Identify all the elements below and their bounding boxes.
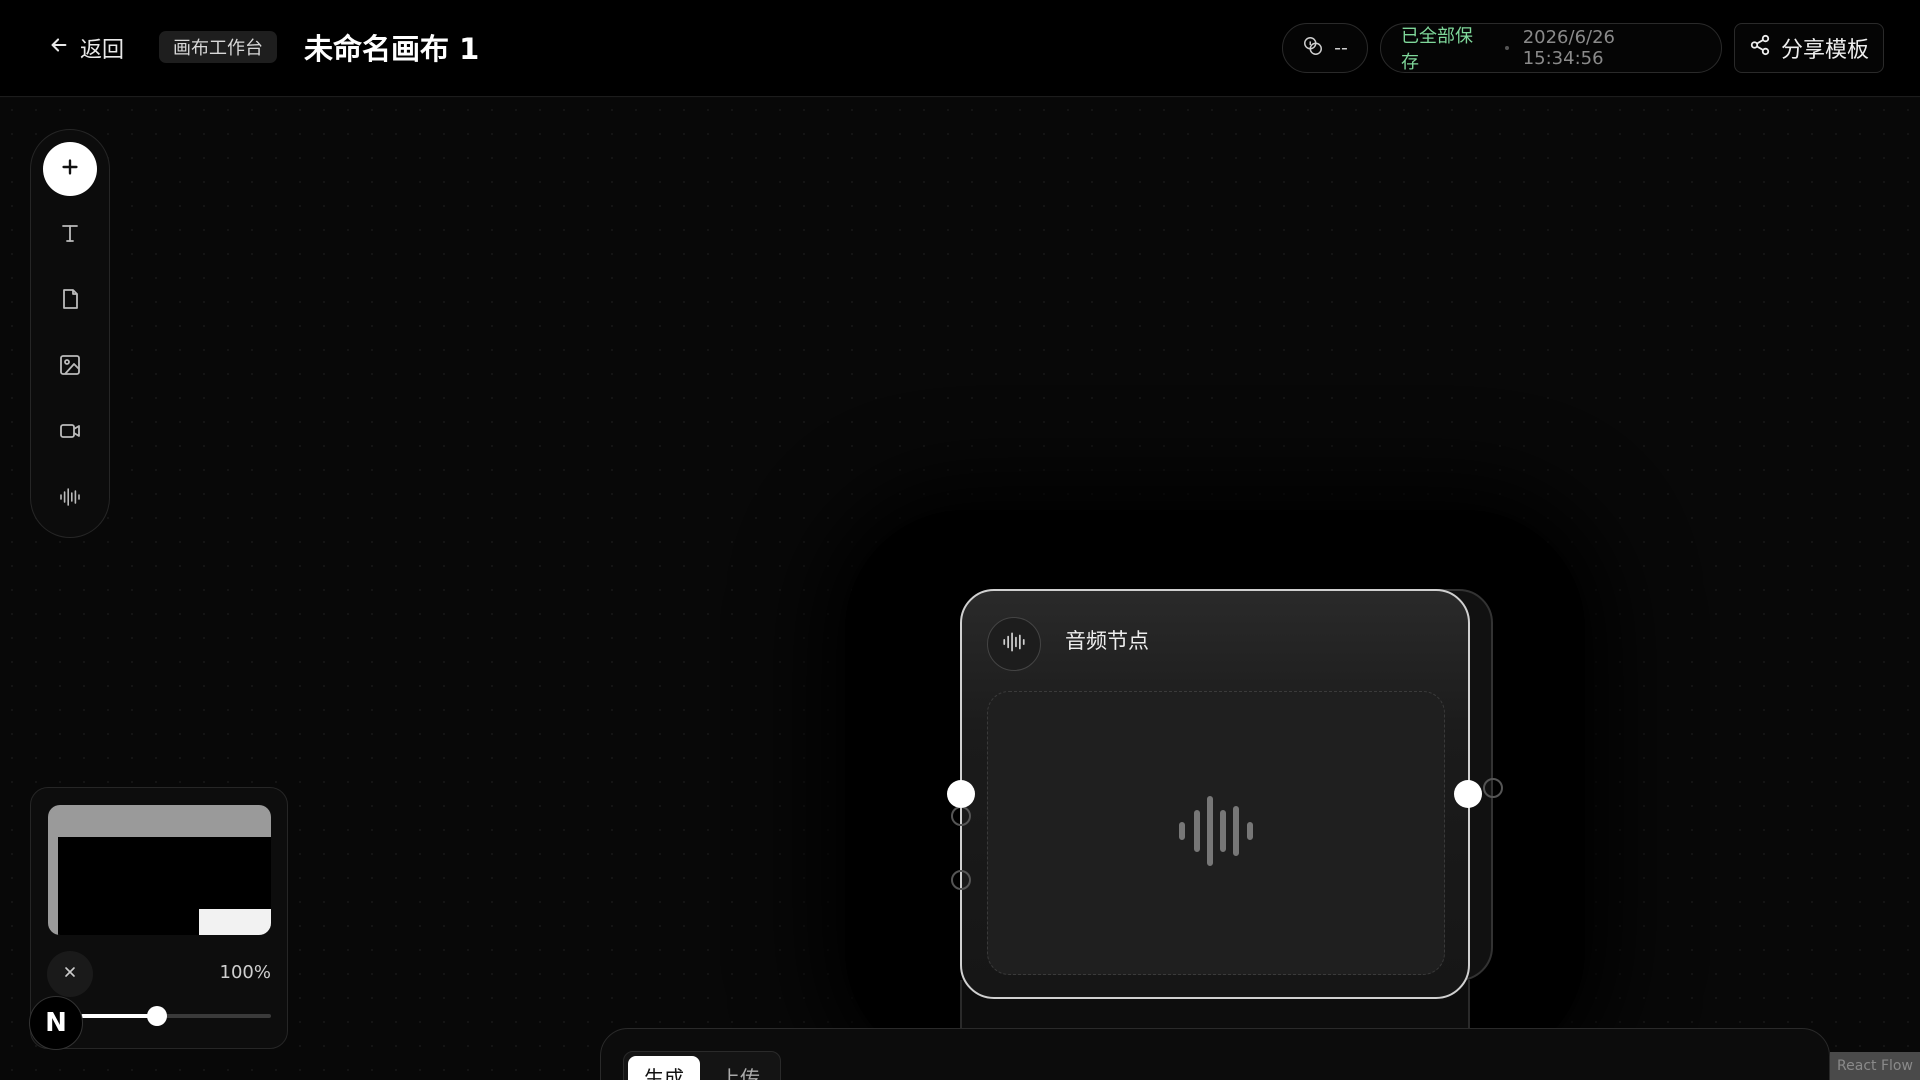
tool-document[interactable] <box>43 274 97 328</box>
tool-text[interactable] <box>43 208 97 262</box>
react-flow-attribution[interactable]: React Flow <box>1830 1052 1920 1080</box>
share-label: 分享模板 <box>1780 38 1869 63</box>
node-title: 音频节点 <box>1065 629 1149 653</box>
zoom-level-label: 100% <box>219 962 271 983</box>
credits-value: -- <box>1334 37 1348 59</box>
minimap-node <box>199 909 271 935</box>
add-node-button[interactable] <box>43 142 97 196</box>
audio-wave-icon <box>58 485 82 513</box>
save-timestamp: 2026/6/26 15:34:56 <box>1522 27 1615 69</box>
node-icon <box>987 617 1041 671</box>
zoom-slider[interactable] <box>81 1006 271 1026</box>
node-input-handle[interactable] <box>947 780 975 808</box>
minimap-close-button[interactable] <box>47 951 93 997</box>
breadcrumb-badge: 画布工作台 <box>159 31 277 63</box>
share-template-button[interactable]: 分享模板 <box>1734 23 1884 73</box>
ghost-handle <box>1483 778 1503 798</box>
tool-video[interactable] <box>43 406 97 460</box>
zoom-thumb[interactable] <box>147 1006 167 1026</box>
tool-audio[interactable] <box>43 472 97 526</box>
minimap[interactable] <box>48 805 271 935</box>
credits-pill[interactable]: -- <box>1282 23 1368 73</box>
ghost-handle <box>951 806 971 826</box>
back-label: 返回 <box>80 38 125 63</box>
prompt-tabs: 生成 上传 <box>623 1051 781 1080</box>
left-toolbar <box>30 129 110 538</box>
plus-icon <box>59 156 81 182</box>
document-icon <box>58 287 82 315</box>
app-logo-badge[interactable]: N <box>29 996 83 1050</box>
save-status-pill: 已全部保存 2026/6/26 15:34:56 <box>1380 23 1722 73</box>
audio-wave-icon <box>1001 629 1027 659</box>
page-title: 未命名画布 1 <box>304 32 480 66</box>
ghost-handle <box>951 870 971 890</box>
audio-waveform-icon <box>1176 795 1256 871</box>
top-header: 返回 画布工作台 未命名画布 1 -- 已全部保存 2026/6/26 15:3… <box>0 0 1920 97</box>
save-status: 已全部保存 <box>1401 26 1473 73</box>
arrow-left-icon <box>48 34 70 62</box>
coins-icon <box>1302 35 1324 62</box>
zoom-fill <box>81 1014 157 1018</box>
back-button[interactable]: 返回 <box>48 30 124 66</box>
tool-image[interactable] <box>43 340 97 394</box>
audio-node[interactable]: 音频节点 <box>960 589 1470 999</box>
prompt-panel: 生成 上传 <box>600 1028 1830 1080</box>
close-icon <box>62 964 78 984</box>
tab-upload[interactable]: 上传 <box>704 1056 776 1080</box>
image-icon <box>58 353 82 381</box>
separator-dot <box>1504 46 1509 50</box>
tab-generate[interactable]: 生成 <box>628 1056 700 1080</box>
share-icon <box>1749 34 1771 62</box>
audio-dropzone[interactable] <box>987 691 1445 975</box>
node-output-handle[interactable] <box>1454 780 1482 808</box>
video-icon <box>58 419 82 447</box>
app-root: 返回 画布工作台 未命名画布 1 -- 已全部保存 2026/6/26 15:3… <box>0 0 1920 1080</box>
text-icon <box>58 221 82 249</box>
